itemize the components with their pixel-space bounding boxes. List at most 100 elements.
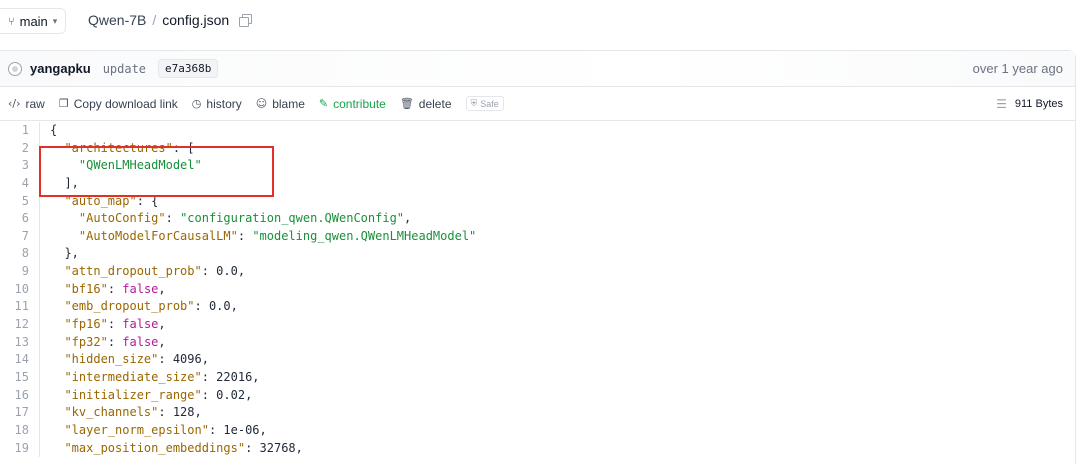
code-text: "intermediate_size": 22016, — [50, 369, 260, 387]
code-text: "AutoModelForCausalLM": "modeling_qwen.Q… — [50, 228, 476, 246]
line-number[interactable]: 19 — [0, 440, 29, 458]
json-punct: , — [158, 281, 166, 296]
code-viewer: 1{2 "architectures": [3 "QWenLMHeadModel… — [0, 122, 1076, 458]
code-line: 8 }, — [0, 245, 1076, 264]
json-string: "modeling_qwen.QWenLMHeadModel" — [252, 228, 477, 243]
line-number[interactable]: 8 — [0, 245, 29, 263]
line-number[interactable]: 15 — [0, 369, 29, 387]
line-number[interactable]: 10 — [0, 281, 29, 299]
branch-selector[interactable]: ⑂ main ▾ — [0, 8, 67, 34]
json-boolean: false — [122, 317, 159, 332]
gutter — [29, 210, 40, 228]
gutter — [29, 245, 40, 264]
line-number[interactable]: 9 — [0, 263, 29, 281]
line-number[interactable]: 12 — [0, 316, 29, 334]
json-punct: , — [158, 317, 166, 332]
line-number[interactable]: 2 — [0, 140, 29, 158]
code-text: "kv_channels": 128, — [50, 404, 201, 422]
json-key: "fp32" — [64, 334, 108, 349]
gutter — [29, 174, 40, 193]
gutter — [29, 139, 40, 158]
line-number[interactable]: 1 — [0, 122, 29, 140]
json-key: "fp16" — [64, 317, 108, 332]
json-boolean: false — [122, 334, 159, 349]
gutter — [29, 298, 40, 317]
contribute-button[interactable]: ✎ contribute — [319, 97, 386, 111]
file-actions-bar: ‹/› raw ❐ Copy download link ◷ history ☺… — [0, 87, 1075, 121]
line-number[interactable]: 3 — [0, 157, 29, 175]
wrap-lines-icon[interactable]: ☰ — [996, 97, 1007, 111]
json-punct: : — [107, 281, 123, 296]
json-punct: : — [107, 317, 123, 332]
code-line: 17 "kv_channels": 128, — [0, 404, 1076, 422]
smiley-icon: ☺ — [255, 97, 268, 110]
breadcrumb-separator: / — [152, 12, 157, 28]
code-line: 16 "initializer_range": 0.02, — [0, 386, 1076, 405]
json-punct: : — [107, 334, 123, 349]
json-key: "initializer_range" — [64, 387, 202, 402]
json-key: "architectures" — [64, 140, 173, 155]
chevron-down-icon: ▾ — [52, 15, 58, 26]
file-panel: yangapku update e7a368b over 1 year ago … — [0, 50, 1076, 464]
code-text: "hidden_size": 4096, — [50, 351, 209, 369]
line-number[interactable]: 16 — [0, 387, 29, 405]
json-punct: : 22016, — [201, 369, 260, 384]
json-string: "QWenLMHeadModel" — [78, 158, 202, 173]
json-punct: : 1e-06, — [208, 422, 267, 437]
line-number[interactable]: 6 — [0, 210, 29, 228]
json-punct: : — [165, 211, 181, 226]
blame-label: blame — [272, 96, 305, 111]
copy-icon[interactable] — [239, 14, 253, 27]
json-key: "emb_dropout_prob" — [64, 299, 195, 314]
gutter — [29, 227, 40, 246]
json-key: "kv_channels" — [64, 405, 159, 420]
pencil-icon: ✎ — [318, 97, 329, 110]
shield-icon: ⛨ — [470, 98, 478, 108]
line-number[interactable]: 18 — [0, 422, 29, 440]
gutter — [29, 280, 40, 299]
commit-message[interactable]: update — [103, 62, 146, 76]
avatar[interactable] — [8, 61, 22, 76]
json-punct: : 32768, — [245, 440, 303, 455]
json-punct: , — [158, 334, 166, 349]
delete-button[interactable]: 🗑 delete — [400, 97, 452, 111]
line-number[interactable]: 14 — [0, 351, 29, 369]
blame-button[interactable]: ☺ blame — [256, 97, 305, 111]
json-punct: : 0.02, — [201, 387, 253, 402]
code-text: "emb_dropout_prob": 0.0, — [50, 298, 237, 316]
json-punct — [50, 299, 64, 313]
gutter — [29, 368, 40, 387]
history-button[interactable]: ◷ history — [192, 97, 242, 111]
breadcrumb-file: config.json — [162, 12, 230, 28]
commit-author[interactable]: yangapku — [30, 61, 91, 76]
code-text: "bf16": false, — [50, 281, 166, 299]
json-punct: }, — [50, 246, 79, 261]
json-punct — [50, 158, 79, 172]
code-text: "fp16": false, — [50, 316, 166, 334]
gutter — [29, 263, 40, 281]
branch-name: main — [19, 13, 48, 29]
line-number[interactable]: 5 — [0, 193, 29, 211]
breadcrumb-repo-link[interactable]: Qwen-7B — [88, 12, 146, 28]
clock-icon: ◷ — [191, 97, 202, 110]
line-number[interactable]: 7 — [0, 228, 29, 246]
copy-download-link-button[interactable]: ❐ Copy download link — [59, 97, 178, 111]
commit-hash[interactable]: e7a368b — [158, 59, 219, 78]
file-size: ☰ 911 Bytes — [996, 97, 1063, 111]
gutter — [29, 439, 40, 458]
line-number[interactable]: 13 — [0, 334, 29, 352]
raw-label: raw — [25, 96, 45, 111]
line-number[interactable]: 17 — [0, 404, 29, 422]
raw-button[interactable]: ‹/› raw — [8, 97, 45, 111]
json-punct: : { — [136, 193, 159, 208]
contribute-label: contribute — [333, 96, 386, 111]
json-key: "max_position_embeddings" — [64, 440, 246, 455]
line-number[interactable]: 4 — [0, 175, 29, 193]
code-text: }, — [50, 245, 79, 263]
json-punct — [50, 141, 64, 155]
safe-badge[interactable]: ⛨ Safe — [465, 96, 504, 111]
copy-link-icon: ❐ — [58, 97, 69, 110]
json-punct — [50, 264, 64, 278]
code-text: "attn_dropout_prob": 0.0, — [50, 263, 245, 281]
line-number[interactable]: 11 — [0, 298, 29, 316]
